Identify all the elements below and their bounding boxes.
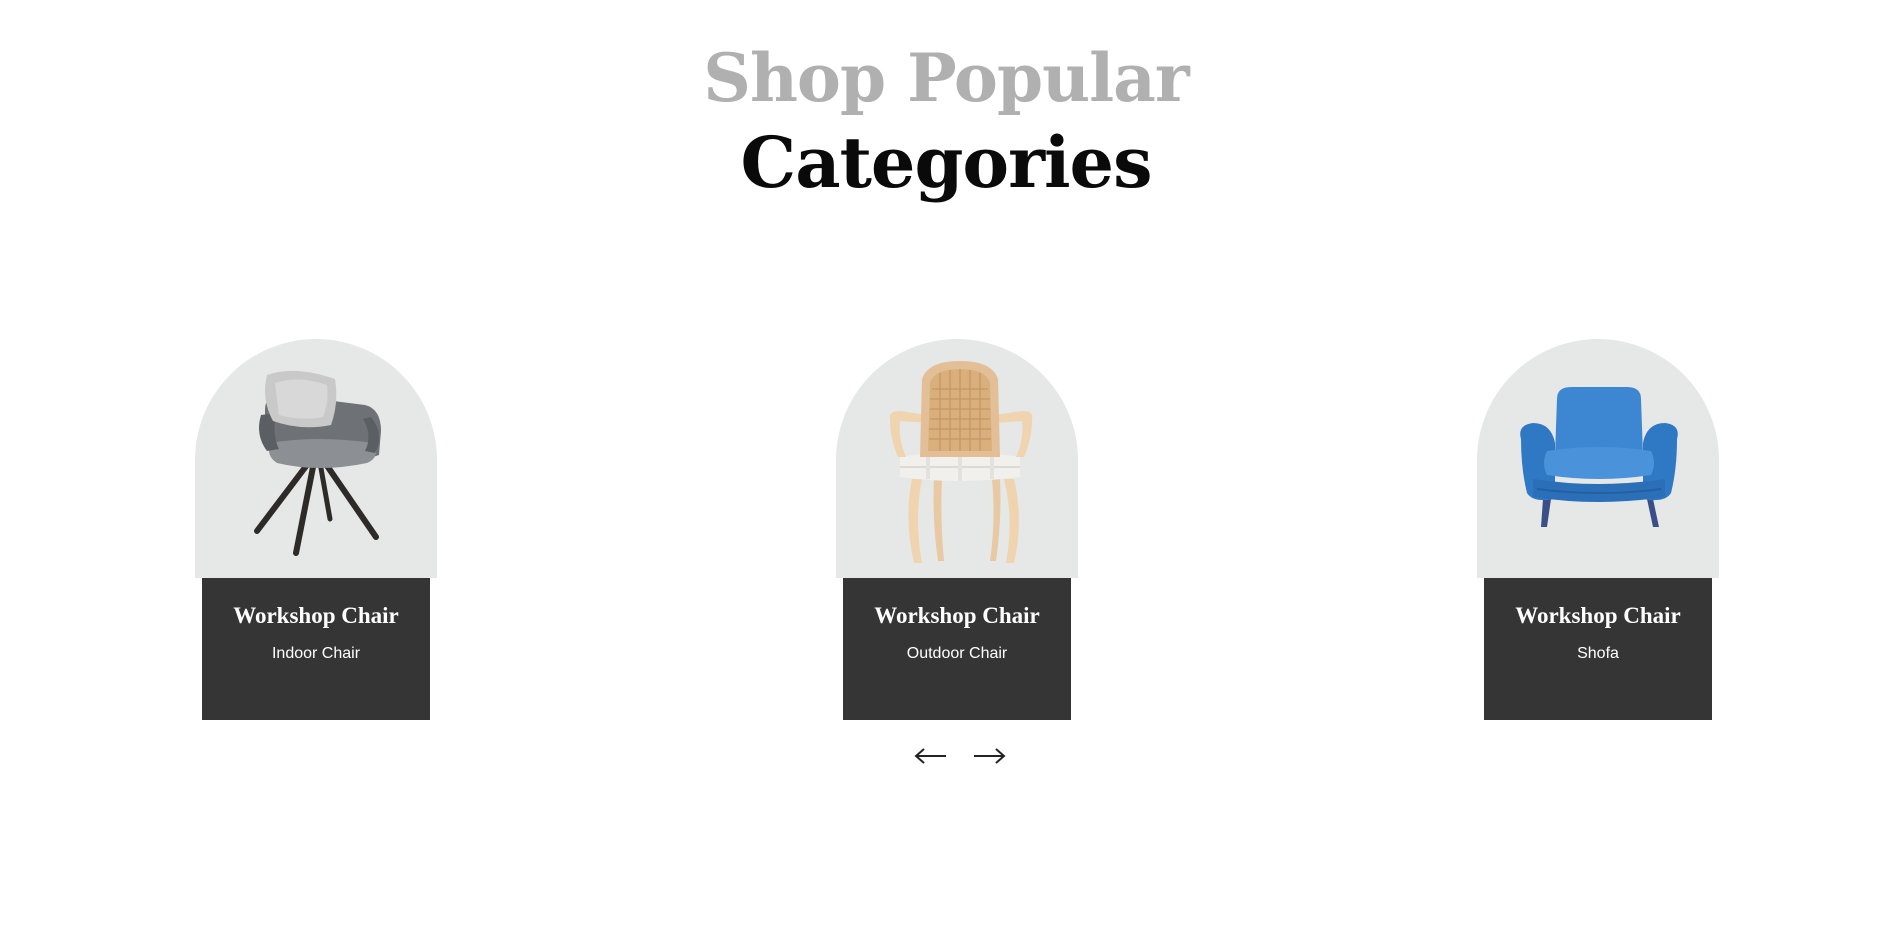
category-card-indoor-chair[interactable]: Workshop Chair Indoor Chair xyxy=(195,339,437,720)
heading-shop-popular: Shop Popular xyxy=(703,39,1189,117)
card-subtitle: Shofa xyxy=(1577,645,1619,662)
section-heading: Shop Popular Categories xyxy=(0,36,1892,206)
carousel-next-button[interactable] xyxy=(971,740,1007,772)
blue-armchair-image xyxy=(1520,387,1678,527)
card-image-frame xyxy=(1477,339,1719,578)
cane-wooden-chair-image xyxy=(889,361,1033,563)
card-caption: Workshop Chair Outdoor Chair xyxy=(843,578,1071,720)
arrow-left-icon xyxy=(914,748,946,764)
card-title[interactable]: Workshop Chair xyxy=(1484,578,1712,630)
card-image-frame xyxy=(836,339,1078,578)
card-subtitle: Indoor Chair xyxy=(271,645,361,662)
gray-swivel-chair-image xyxy=(254,370,381,556)
heading-categories: Categories xyxy=(740,121,1153,204)
card-title[interactable]: Workshop Chair xyxy=(202,578,430,630)
category-card-outdoor-chair[interactable]: Workshop Chair Outdoor Chair xyxy=(836,339,1078,720)
carousel-prev-button[interactable] xyxy=(913,740,949,772)
card-subtitle: Outdoor Chair xyxy=(906,645,1008,662)
arrow-right-icon xyxy=(974,748,1006,764)
category-card-shofa[interactable]: Workshop Chair Shofa xyxy=(1477,339,1719,720)
card-title[interactable]: Workshop Chair xyxy=(843,578,1071,630)
carousel-nav xyxy=(913,740,1007,772)
card-caption: Workshop Chair Indoor Chair xyxy=(202,578,430,720)
card-caption: Workshop Chair Shofa xyxy=(1484,578,1712,720)
card-image-frame xyxy=(195,339,437,578)
